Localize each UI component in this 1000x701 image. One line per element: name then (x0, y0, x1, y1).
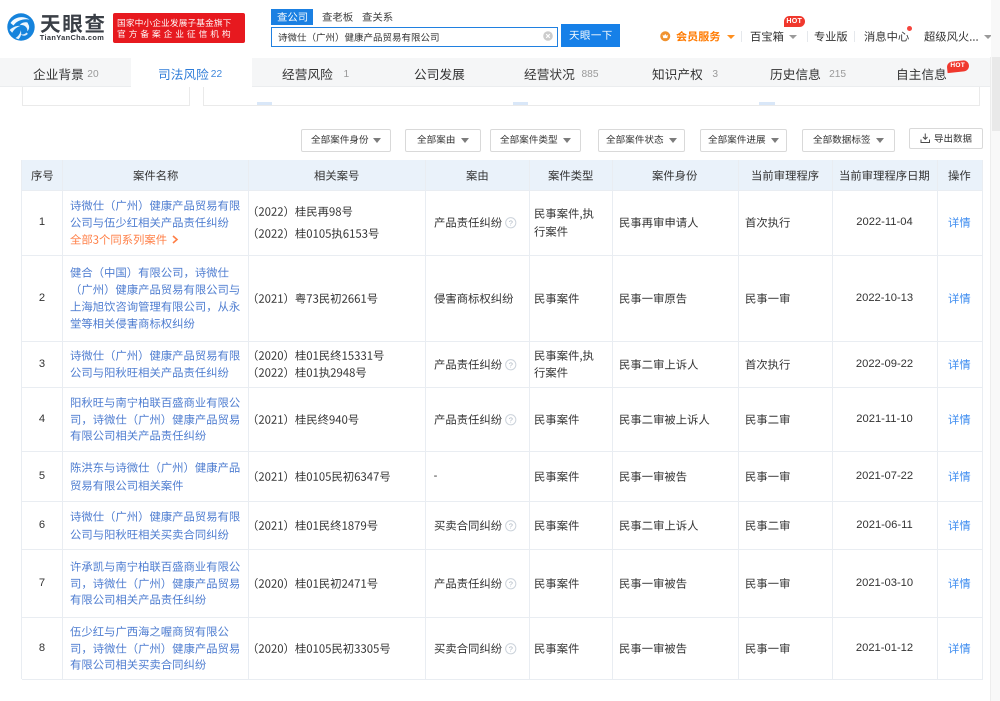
svg-text:?: ? (509, 644, 513, 653)
svg-text:?: ? (509, 415, 513, 424)
svg-text:?: ? (509, 521, 513, 530)
svg-text:?: ? (509, 218, 513, 227)
svg-text:?: ? (509, 579, 513, 588)
svg-text:?: ? (509, 360, 513, 369)
